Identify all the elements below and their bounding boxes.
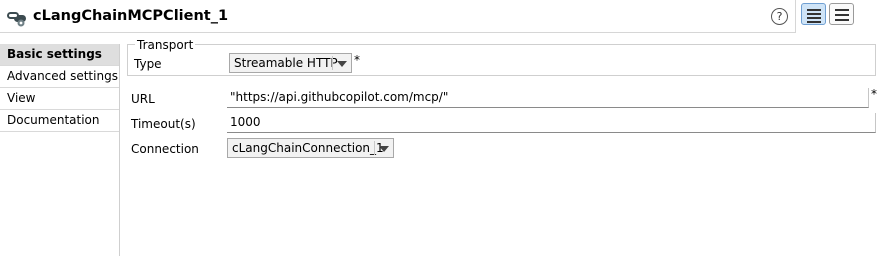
- table-view-icon: [835, 9, 849, 11]
- chevron-down-icon: [379, 146, 389, 152]
- url-label: URL: [131, 92, 155, 106]
- list-view-icon: [807, 9, 821, 11]
- table-view-button[interactable]: [829, 3, 854, 25]
- sidebar-item-basic-settings[interactable]: Basic settings: [0, 44, 119, 66]
- chevron-down-icon: [337, 61, 347, 67]
- connection-select[interactable]: cLangChainConnection_1: [227, 138, 394, 158]
- langchain-component-icon: [7, 12, 26, 27]
- timeout-label: Timeout(s): [131, 117, 196, 131]
- url-field[interactable]: "https://api.githubcopilot.com/mcp/": [227, 88, 869, 108]
- list-view-button[interactable]: [801, 3, 826, 25]
- sidebar-item-documentation[interactable]: Documentation: [0, 110, 119, 132]
- component-header: cLangChainMCPClient_1 ?: [0, 0, 854, 33]
- required-marker: *: [354, 53, 360, 67]
- transport-type-value: Streamable HTTP: [234, 56, 338, 70]
- transport-type-select[interactable]: Streamable HTTP: [229, 53, 352, 73]
- sidebar-item-view[interactable]: View: [0, 88, 119, 110]
- sidebar-item-advanced-settings[interactable]: Advanced settings: [0, 66, 119, 88]
- transport-legend: Transport: [135, 38, 196, 52]
- type-label: Type: [134, 57, 162, 71]
- component-title: cLangChainMCPClient_1: [33, 8, 229, 24]
- settings-sidebar: Basic settings Advanced settings View Do…: [0, 44, 120, 256]
- connection-label: Connection: [131, 142, 199, 156]
- help-icon[interactable]: ?: [771, 8, 788, 25]
- required-marker: *: [871, 87, 877, 101]
- connection-value: cLangChainConnection_1: [232, 141, 384, 155]
- timeout-field[interactable]: 1000: [227, 113, 876, 133]
